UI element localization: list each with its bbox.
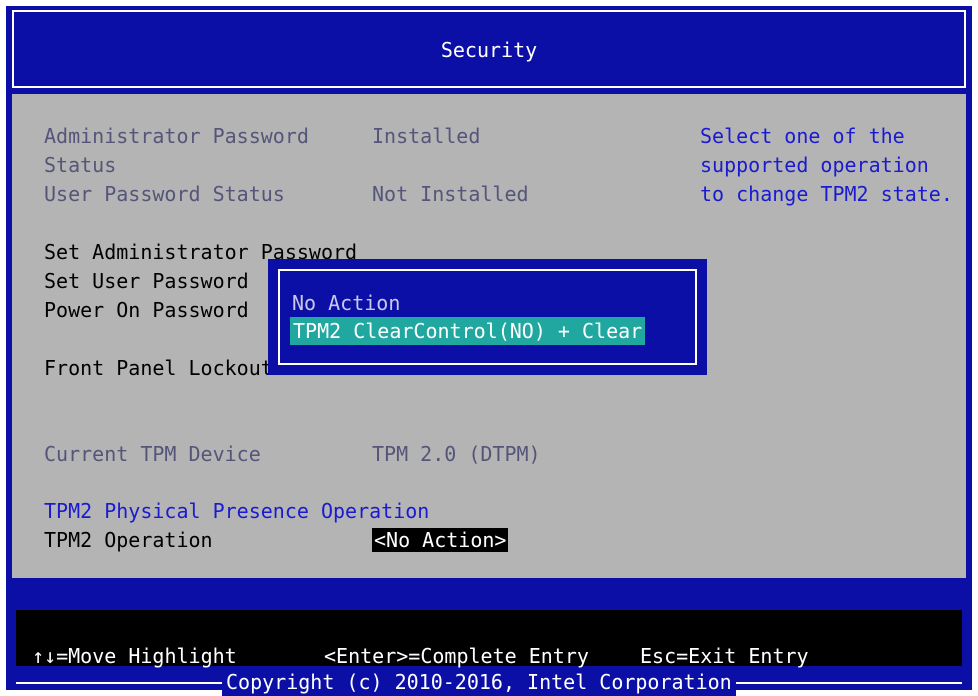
help-text: Select one of the supported operation to… xyxy=(700,122,960,209)
current-tpm-device-value: TPM 2.0 (DTPM) xyxy=(372,442,541,466)
move-highlight-hint: ↑↓=Move Highlight xyxy=(32,644,237,668)
front-panel-lockout-item[interactable]: Front Panel Lockout xyxy=(44,354,273,382)
admin-password-status-label: Administrator Password xyxy=(44,124,309,148)
user-password-status-label: User Password Status xyxy=(44,182,285,206)
admin-password-status-value: Installed xyxy=(372,124,481,148)
tpm2-section-heading: TPM2 Physical Presence Operation xyxy=(44,499,430,523)
user-password-status-value: Not Installed xyxy=(372,182,529,206)
admin-password-status-label-cont: Status xyxy=(44,153,117,177)
title-bar: Security xyxy=(12,10,966,88)
help-line: to change TPM2 state. xyxy=(700,182,953,206)
set-user-password-item[interactable]: Set User Password xyxy=(44,267,249,295)
tpm2-operation-label[interactable]: TPM2 Operation xyxy=(44,526,213,554)
option-no-action[interactable]: No Action xyxy=(292,289,400,317)
option-tpm2-clear-selected[interactable]: TPM2 ClearControl(NO) + Clear xyxy=(290,317,646,345)
esc-hint: Esc=Exit Entry xyxy=(640,644,809,668)
page-title: Security xyxy=(440,38,538,62)
current-tpm-device-label: Current TPM Device xyxy=(44,442,261,466)
tpm2-operation-popup: No Action TPM2 ClearControl(NO) + Clear xyxy=(268,259,707,375)
power-on-password-item[interactable]: Power On Password xyxy=(44,296,249,324)
help-line: supported operation xyxy=(700,153,929,177)
tpm2-operation-value[interactable]: <No Action> xyxy=(372,528,509,552)
help-line: Select one of the xyxy=(700,124,905,148)
enter-hint: <Enter>=Complete Entry xyxy=(324,644,589,668)
footer-bar: ↑↓=Move Highlight <Enter>=Complete Entry… xyxy=(12,590,966,696)
